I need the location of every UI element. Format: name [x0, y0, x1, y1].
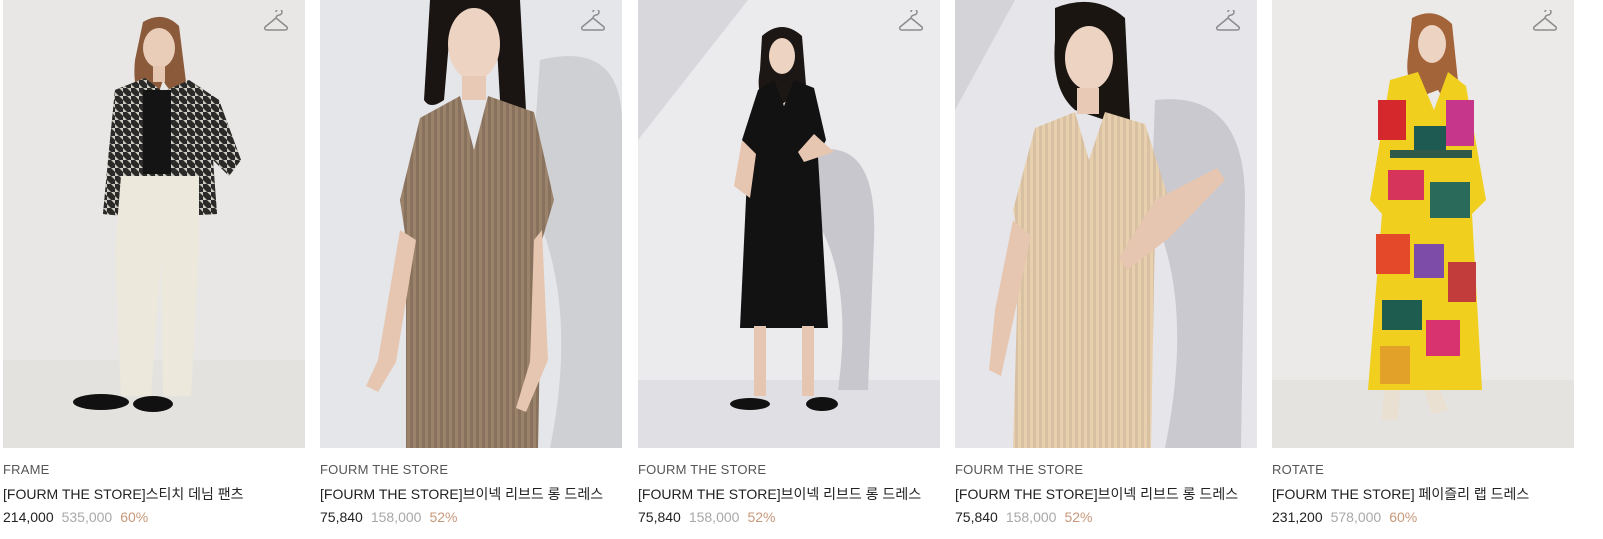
product-card[interactable]: FOURM THE STORE [FOURM THE STORE]브이넥 리브드…: [638, 0, 940, 526]
original-price: 578,000: [1330, 509, 1382, 525]
product-image[interactable]: [320, 0, 622, 448]
product-price-row: 231,200 578,000 60%: [1272, 508, 1574, 526]
product-brand[interactable]: FRAME: [3, 462, 305, 478]
discount-rate: 60%: [1389, 509, 1418, 525]
product-card[interactable]: FOURM THE STORE [FOURM THE STORE]브이넥 리브드…: [955, 0, 1257, 526]
original-price: 158,000: [370, 509, 422, 525]
product-price-row: 75,840 158,000 52%: [955, 508, 1257, 526]
product-brand[interactable]: FOURM THE STORE: [638, 462, 940, 478]
hanger-icon[interactable]: [1532, 10, 1558, 34]
sale-price: 75,840: [638, 509, 681, 525]
product-card[interactable]: FOURM THE STORE [FOURM THE STORE]브이넥 리브드…: [320, 0, 622, 526]
sale-price: 75,840: [955, 509, 998, 525]
product-title[interactable]: [FOURM THE STORE]스티치 데님 팬츠: [3, 485, 305, 503]
original-price: 158,000: [688, 509, 740, 525]
product-image[interactable]: [1272, 0, 1574, 448]
hanger-icon[interactable]: [898, 10, 924, 34]
discount-rate: 60%: [120, 509, 149, 525]
product-price-row: 75,840 158,000 52%: [320, 508, 622, 526]
product-title[interactable]: [FOURM THE STORE]브이넥 리브드 롱 드레스: [638, 485, 940, 503]
product-photo-ribbed-dress-beige: [955, 0, 1257, 448]
product-photo-paisley-wrap-dress: [1272, 0, 1574, 448]
product-photo-jacket-pants: [3, 0, 305, 448]
sale-price: 231,200: [1272, 509, 1323, 525]
product-photo-ribbed-dress-brown: [320, 0, 622, 448]
product-card[interactable]: FRAME [FOURM THE STORE]스티치 데님 팬츠 214,000…: [3, 0, 305, 526]
product-brand[interactable]: FOURM THE STORE: [320, 462, 622, 478]
original-price: 535,000: [61, 509, 113, 525]
product-title[interactable]: [FOURM THE STORE]브이넥 리브드 롱 드레스: [320, 485, 622, 503]
hanger-icon[interactable]: [263, 10, 289, 34]
product-brand[interactable]: FOURM THE STORE: [955, 462, 1257, 478]
product-price-row: 75,840 158,000 52%: [638, 508, 940, 526]
original-price: 158,000: [1005, 509, 1057, 525]
hanger-icon[interactable]: [580, 10, 606, 34]
discount-rate: 52%: [747, 509, 776, 525]
discount-rate: 52%: [1064, 509, 1093, 525]
discount-rate: 52%: [429, 509, 458, 525]
sale-price: 75,840: [320, 509, 363, 525]
product-image[interactable]: [638, 0, 940, 448]
product-image[interactable]: [955, 0, 1257, 448]
sale-price: 214,000: [3, 509, 54, 525]
hanger-icon[interactable]: [1215, 10, 1241, 34]
product-grid: FRAME [FOURM THE STORE]스티치 데님 팬츠 214,000…: [0, 0, 1603, 539]
product-title[interactable]: [FOURM THE STORE]브이넥 리브드 롱 드레스: [955, 485, 1257, 503]
product-image[interactable]: [3, 0, 305, 448]
product-price-row: 214,000 535,000 60%: [3, 508, 305, 526]
product-title[interactable]: [FOURM THE STORE] 페이즐리 랩 드레스: [1272, 485, 1574, 503]
product-photo-ribbed-dress-black: [638, 0, 940, 448]
product-card[interactable]: ROTATE [FOURM THE STORE] 페이즐리 랩 드레스 231,…: [1272, 0, 1574, 526]
product-brand[interactable]: ROTATE: [1272, 462, 1574, 478]
